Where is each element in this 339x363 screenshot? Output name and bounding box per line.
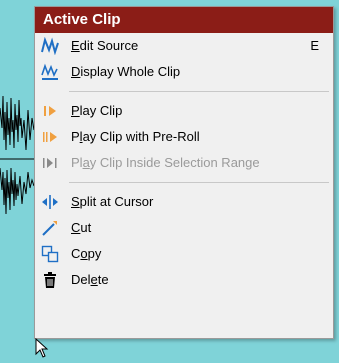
play-clip-icon: [44, 106, 56, 116]
cut-icon: [42, 221, 57, 236]
edit-source-icon: [41, 37, 59, 55]
mouse-pointer-icon: [35, 338, 49, 358]
menu-item-play-clip-selection[interactable]: Play Clip Inside Selection Range: [35, 150, 333, 176]
display-whole-clip-icon: [41, 63, 58, 80]
menu-item-edit-source[interactable]: Edit Source E: [35, 33, 333, 59]
menu-item-play-clip[interactable]: Play Clip: [35, 98, 333, 124]
menu-title: Active Clip: [35, 7, 333, 33]
active-clip-context-menu: Active Clip Edit Source E Display Whole …: [34, 6, 334, 339]
menu-item-copy[interactable]: Copy: [35, 241, 333, 267]
menu-separator: [69, 182, 329, 183]
menu-item-delete[interactable]: Delete: [35, 267, 333, 293]
clip-editor-area: Active Clip Edit Source E Display Whole …: [0, 0, 339, 363]
shortcut-label: E: [310, 38, 319, 53]
menu-item-split-at-cursor[interactable]: Split at Cursor: [35, 189, 333, 215]
menu-item-display-whole-clip[interactable]: Display Whole Clip: [35, 59, 333, 85]
split-icon: [42, 195, 58, 209]
menu-item-play-clip-pre-roll[interactable]: Play Clip with Pre-Roll: [35, 124, 333, 150]
play-selection-icon: [43, 158, 57, 168]
trash-icon: [44, 272, 56, 288]
play-preroll-icon: [43, 132, 57, 142]
menu-separator: [69, 91, 329, 92]
copy-icon: [41, 245, 59, 263]
menu-item-cut[interactable]: Cut: [35, 215, 333, 241]
